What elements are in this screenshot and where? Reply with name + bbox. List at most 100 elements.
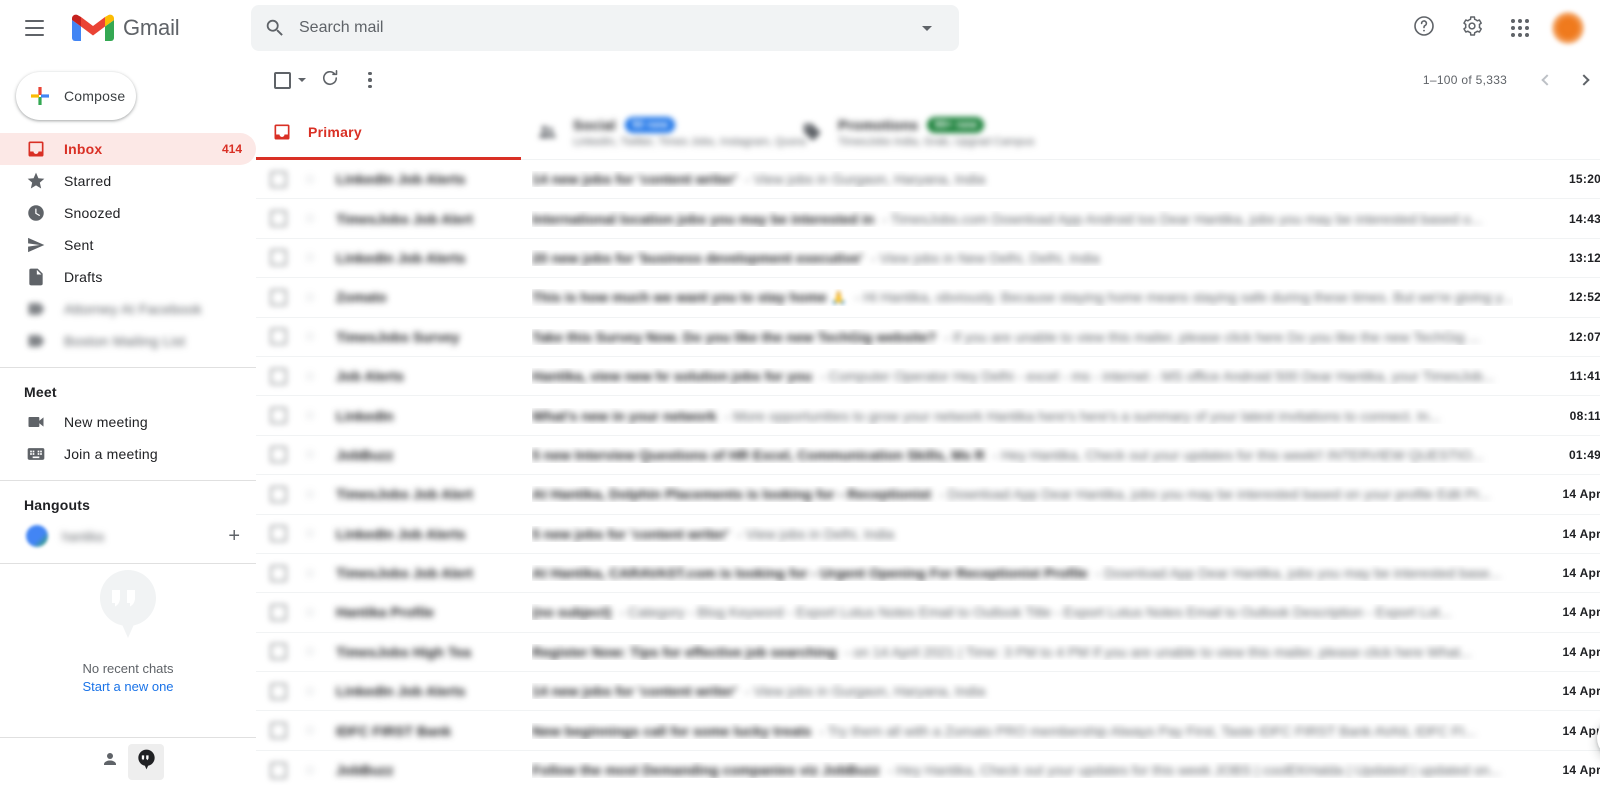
star-icon[interactable]: ☆ [301, 526, 319, 541]
table-row[interactable]: ☆ TimesJobs Job Alert At Hantika, Dolphin … [256, 475, 1600, 515]
star-icon[interactable]: ☆ [301, 250, 319, 265]
checkbox-icon[interactable] [270, 288, 287, 306]
search-bar[interactable] [251, 5, 959, 51]
compose-button[interactable]: Compose [16, 72, 136, 120]
star-icon[interactable]: ☆ [301, 329, 319, 344]
hamburger-line [24, 27, 44, 29]
checkbox-icon[interactable] [270, 525, 287, 543]
checkbox-icon[interactable] [270, 328, 287, 346]
hangouts-start-chat-link[interactable]: Start a new one [82, 679, 173, 694]
row-snippet: - View jobs in Delhi, India [737, 525, 895, 542]
checkbox-icon[interactable] [270, 446, 287, 464]
table-row[interactable]: ☆ LinkedIn Job Alerts 5 new jobs for 'cont… [256, 515, 1600, 554]
top-bar: Gmail [0, 0, 1600, 56]
label-icon [26, 331, 46, 351]
star-icon [26, 171, 46, 191]
checkbox-icon[interactable] [270, 170, 287, 188]
star-icon[interactable]: ☆ [301, 684, 319, 699]
table-row[interactable]: ☆ TimesJobs Job Alert International locati… [256, 199, 1600, 239]
hangouts-button[interactable] [128, 743, 164, 780]
tab-social[interactable]: Social 50 new LinkedIn, Twitter, Times J… [521, 104, 806, 160]
checkbox-icon[interactable] [270, 761, 287, 779]
star-icon[interactable]: ☆ [301, 447, 319, 462]
sidebar-item-label-5[interactable]: Attorney At Facebook [0, 293, 256, 325]
checkbox-icon[interactable] [270, 407, 287, 425]
checkbox-icon[interactable] [270, 485, 287, 503]
star-icon[interactable]: ☆ [301, 408, 319, 423]
tab-primary[interactable]: Primary [256, 104, 521, 160]
kebab-menu-icon [368, 71, 372, 89]
help-button[interactable] [1400, 4, 1448, 52]
table-row[interactable]: ☆ LinkedIn Job Alerts 20 new jobs for 'bus… [256, 239, 1600, 279]
select-all-checkbox[interactable] [266, 60, 310, 100]
send-icon [26, 235, 46, 255]
more-options-button[interactable] [350, 60, 390, 100]
table-row[interactable]: ☆ LinkedIn Job Alerts 14 new jobs for 'con… [256, 672, 1600, 712]
row-sender: Zomato [336, 289, 387, 306]
search-input[interactable] [299, 5, 903, 51]
mail-list[interactable]: ☆ LinkedIn Job Alerts 14 new jobs for 'con… [256, 160, 1600, 785]
refresh-icon [320, 68, 340, 93]
tab-promotions[interactable]: Promotions 99+ new TimesJobs India, Grab… [786, 104, 1051, 160]
checkbox-icon[interactable] [270, 367, 287, 385]
table-row[interactable]: ☆ IDFC FIRST Bank New beginnings call for … [256, 711, 1600, 751]
table-row[interactable]: ☆ TimesJobs Job Alert At Hantika, CARAVAST… [256, 554, 1600, 594]
sidebar-item-inbox[interactable]: Inbox 414 [0, 133, 256, 165]
star-icon[interactable]: ☆ [301, 172, 319, 187]
star-icon[interactable]: ☆ [301, 566, 319, 581]
star-icon[interactable]: ☆ [301, 723, 319, 738]
sidebar-item-sent[interactable]: Sent [0, 229, 256, 261]
table-row[interactable]: ☆ TimesJobs Survey Take this Survey Now. D… [256, 318, 1600, 357]
star-icon[interactable]: ☆ [301, 644, 319, 659]
gmail-logo-link[interactable]: Gmail [72, 12, 180, 44]
table-row[interactable]: ☆ Hantika Profile (no subject) - Category -… [256, 593, 1600, 633]
chevron-down-icon [922, 25, 932, 31]
contacts-button[interactable] [92, 744, 128, 780]
google-apps-button[interactable] [1496, 4, 1544, 52]
sidebar-item-new-meeting[interactable]: New meeting [0, 406, 256, 438]
sidebar-item-snoozed[interactable]: Snoozed [0, 197, 256, 229]
table-row[interactable]: ☆ TimesJobs High Tea Register Now: Tips fo… [256, 633, 1600, 673]
row-timestamp: 14:43 [1568, 211, 1600, 226]
sidebar-item-label-6[interactable]: Boston Mailing List [0, 325, 256, 357]
checkbox-icon[interactable] [270, 603, 287, 621]
table-row[interactable]: ☆ LinkedIn What's new in your network - Mor… [256, 396, 1600, 436]
table-row[interactable]: ☆ LinkedIn Job Alerts 14 new jobs for 'con… [256, 160, 1600, 200]
sidebar-footer [0, 737, 256, 785]
row-subject: At Hantika, Dolphin Placements is lookin… [532, 486, 932, 503]
avatar[interactable] [1552, 12, 1584, 44]
main-menu-icon[interactable] [10, 4, 58, 52]
row-subject: Follow the most Demanding companies viz … [532, 762, 880, 779]
sidebar-item-starred[interactable]: Starred [0, 165, 256, 197]
sidebar-item-drafts[interactable]: Drafts [0, 261, 256, 293]
checkbox-icon[interactable] [270, 682, 287, 700]
star-icon[interactable]: ☆ [301, 763, 319, 778]
table-row[interactable]: ☆ JobBuzz 5 new Interview Questions of HR … [256, 436, 1600, 476]
checkbox-icon[interactable] [270, 210, 287, 228]
next-page-button[interactable] [1565, 60, 1600, 100]
sidebar-item-label: Snoozed [64, 205, 121, 221]
star-icon[interactable]: ☆ [301, 211, 319, 226]
clock-icon [26, 203, 46, 223]
sidebar-item-join-meeting[interactable]: Join a meeting [0, 438, 256, 470]
table-row[interactable]: ☆ JobBuzz Follow the most Demanding compan… [256, 751, 1600, 785]
star-icon[interactable]: ☆ [301, 290, 319, 305]
checkbox-icon[interactable] [270, 249, 287, 267]
table-row[interactable]: ☆ Zomato This is how much we want you to s… [256, 278, 1600, 318]
plus-icon[interactable]: + [228, 526, 240, 546]
search-options-button[interactable] [903, 5, 951, 51]
row-sender: Hantika Profile [336, 604, 435, 621]
row-subject: International location jobs you may be i… [532, 210, 875, 227]
checkbox-icon[interactable] [270, 564, 287, 582]
table-row[interactable]: ☆ Job Alerts Hantika, view new hr solution… [256, 357, 1600, 397]
settings-button[interactable] [1448, 4, 1496, 52]
checkbox-icon[interactable] [270, 722, 287, 740]
star-icon[interactable]: ☆ [301, 369, 319, 384]
search-icon[interactable] [251, 5, 299, 51]
previous-page-button[interactable] [1525, 60, 1565, 100]
hangouts-contact-row[interactable]: hantika + [0, 519, 256, 553]
refresh-button[interactable] [310, 60, 350, 100]
star-icon[interactable]: ☆ [301, 487, 319, 502]
star-icon[interactable]: ☆ [301, 605, 319, 620]
checkbox-icon[interactable] [270, 643, 287, 661]
